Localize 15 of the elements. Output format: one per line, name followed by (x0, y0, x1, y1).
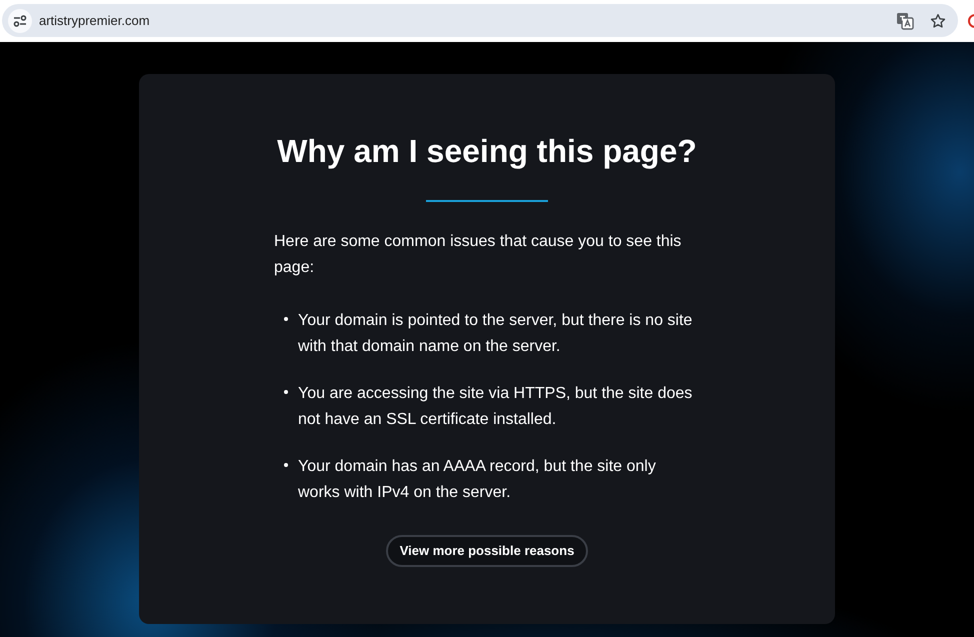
page-heading: Why am I seeing this page? (276, 132, 698, 170)
site-settings-icon[interactable] (8, 8, 32, 32)
bullet-icon (284, 390, 288, 394)
profile-avatar-icon[interactable] (968, 14, 974, 28)
translate-icon[interactable] (896, 12, 914, 30)
reason-text: You are accessing the site via HTTPS, but the site does not have an SSL certificate installed. (298, 384, 694, 430)
bullet-icon (284, 463, 288, 467)
address-bar[interactable]: artistrypremier.com (2, 4, 958, 37)
reason-text: Your domain has an AAAA record, but the site only works with IPv4 on the server. (298, 457, 657, 503)
bullet-icon (284, 317, 288, 321)
intro-paragraph: Here are some common issues that cause you to see this page: (274, 232, 682, 278)
reason-text: Your domain is pointed to the server, but there is no site with that domain name on the server. (298, 311, 694, 357)
view-more-reasons-button[interactable]: View more possible reasons (386, 535, 588, 567)
url-text[interactable]: artistrypremier.com (39, 10, 150, 30)
bookmark-star-icon[interactable] (930, 12, 946, 28)
